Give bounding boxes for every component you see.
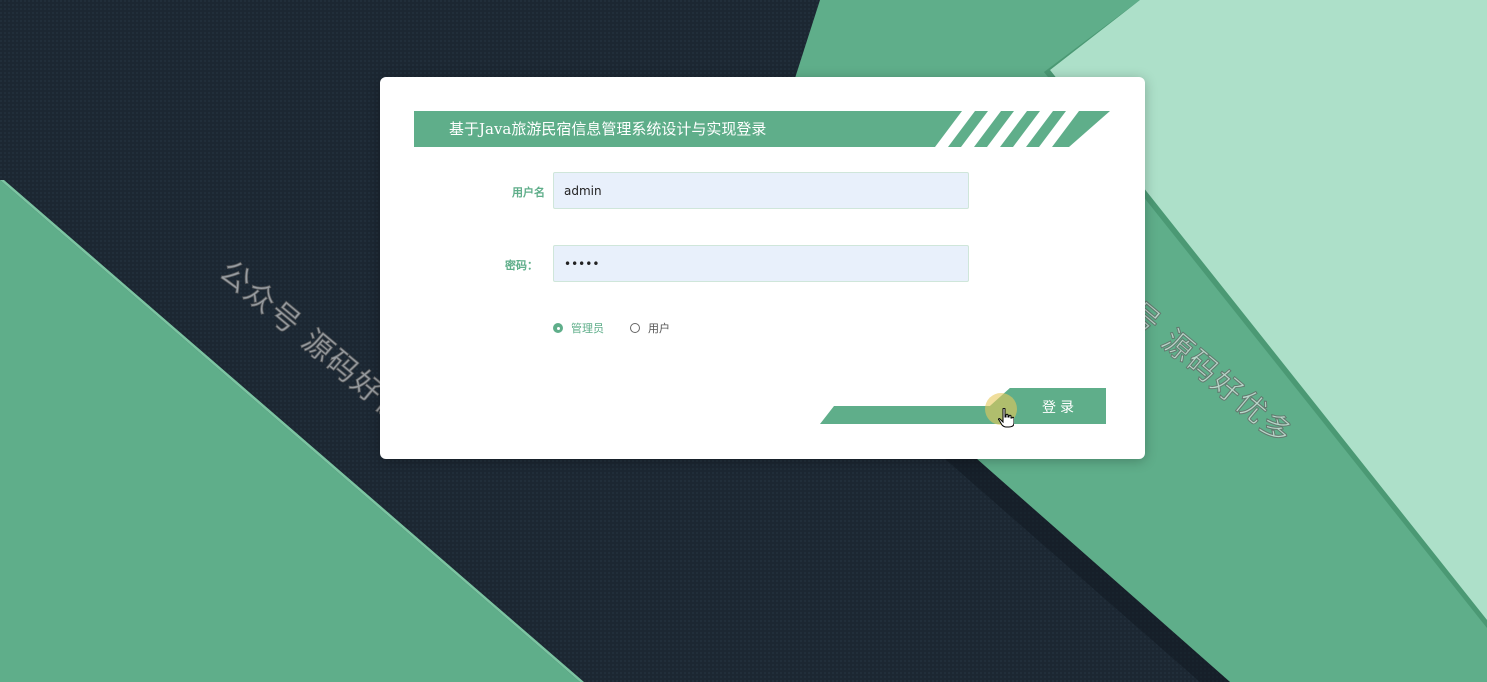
radio-unchecked-icon [630, 323, 640, 333]
role-radio-admin[interactable]: 管理员 [553, 320, 604, 336]
title-banner: 基于Java旅游民宿信息管理系统设计与实现登录 [414, 111, 1110, 147]
hand-pointer-icon [998, 408, 1014, 428]
radio-checked-icon [553, 323, 563, 333]
username-input[interactable] [553, 172, 969, 209]
password-label: 密码： [505, 259, 538, 272]
page-title: 基于Java旅游民宿信息管理系统设计与实现登录 [449, 120, 767, 138]
role-radio-group: 管理员 用户 [553, 320, 696, 336]
role-radio-user[interactable]: 用户 [630, 320, 670, 336]
username-label: 用户名 [512, 186, 545, 199]
password-input[interactable] [553, 245, 969, 282]
role-radio-label: 管理员 [571, 322, 604, 335]
login-page: 公众号 源码好优多 公众号 源码好优多 公众号 源码好优多 基于Java旅游民宿… [0, 0, 1487, 682]
login-card: 基于Java旅游民宿信息管理系统设计与实现登录 用户名 密码： 管理员 用户 登… [380, 77, 1145, 459]
login-button-area: 登录 [820, 388, 1106, 424]
role-radio-label: 用户 [648, 322, 670, 335]
